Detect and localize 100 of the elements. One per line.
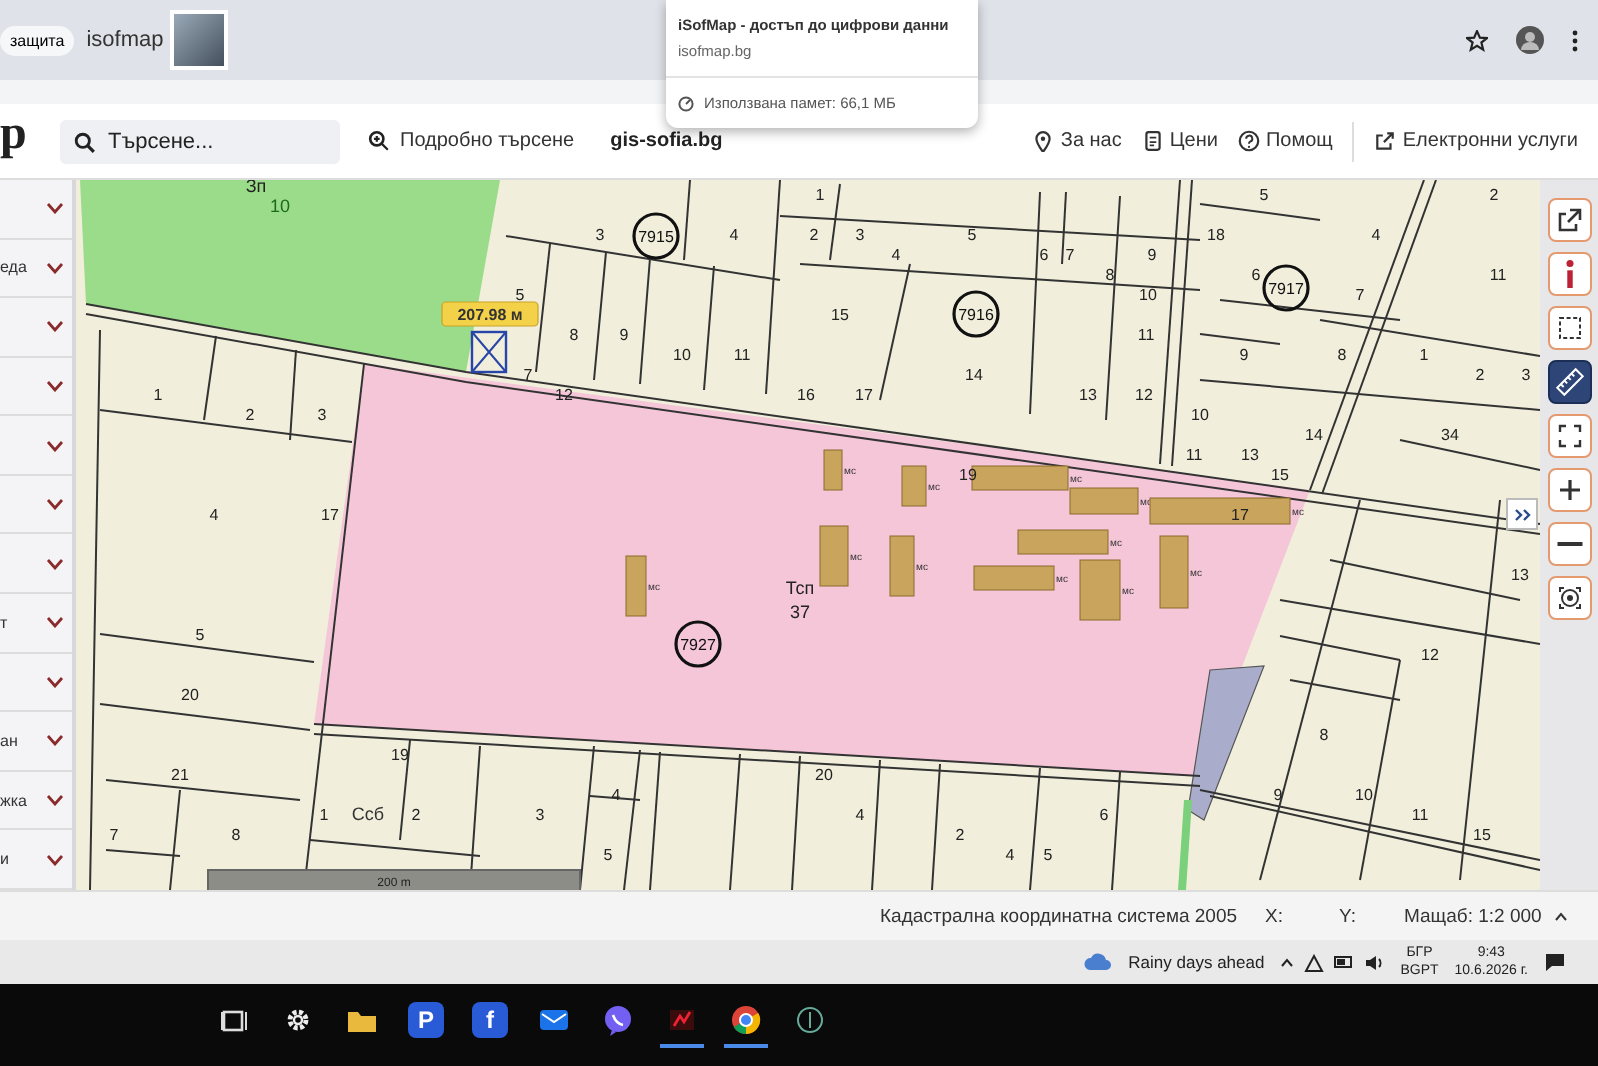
parcel-number: 17 [855,386,873,404]
chevron-icon[interactable] [46,794,64,807]
profile-avatar-icon[interactable] [1516,26,1544,54]
chat-bubble-icon[interactable] [600,1002,636,1038]
nav-link[interactable]: За нас [1032,130,1122,152]
parcel-number: 2 [955,826,965,844]
y-coordinate-label: Y: [1339,905,1356,927]
property-id-marker: 7927 [674,620,722,668]
survey-marker [470,330,508,374]
chevron-icon[interactable] [46,320,64,333]
star-icon[interactable] [1466,29,1488,51]
parcel-number: 15 [1473,826,1491,844]
location-pin-icon [1032,130,1055,152]
advanced-search-link[interactable]: Подробно търсене [368,130,575,152]
parcel-number: 7 [1065,246,1075,264]
expand-button[interactable] [1506,498,1538,530]
map-tool-button[interactable] [1547,576,1591,620]
parcel-number: 2 [1475,366,1485,384]
caret-icon[interactable] [1553,911,1568,921]
site-link[interactable]: gis-sofia.bg [610,130,723,152]
browser-icon[interactable] [728,1002,764,1038]
parcel-number: 8 [569,326,579,344]
measurement-tag [441,301,539,327]
parcel-number: 2 [245,406,255,424]
parcel-number: 1 [319,806,329,824]
chevron-icon[interactable] [46,439,64,452]
map-tool-button[interactable] [1547,468,1591,512]
chevron-icon[interactable] [46,675,64,688]
menu-icon[interactable] [1572,29,1578,51]
info-icon [1565,260,1573,288]
app-icon[interactable]: f [472,1002,508,1038]
security-chip[interactable]: защита [0,25,75,55]
locate-icon [1553,582,1585,614]
parcel-number: 17 [321,506,339,524]
parcel-number: 16 [797,386,815,404]
map-tool-button[interactable] [1547,522,1591,566]
parcel-number: 12 [1421,646,1439,664]
parcel-number: 15 [1271,466,1289,484]
parcel-number: 11 [1137,326,1155,344]
weather-text[interactable]: Rainy days ahead [1128,952,1265,972]
map-tool-button[interactable] [1547,252,1591,296]
map-tool-button[interactable] [1547,306,1591,350]
parcel-number: 5 [603,846,613,864]
parcel-number: 11 [733,346,751,364]
app-icon[interactable]: P [408,1002,444,1038]
parcel-number: 10 [673,346,691,364]
building [1159,535,1189,609]
parcel-number: 3 [855,226,865,244]
chevron-icon[interactable] [46,380,64,393]
chevron-icon[interactable] [46,261,64,274]
chevron-icon[interactable] [46,202,64,215]
speaker-icon[interactable] [1364,953,1385,971]
selection-icon [1553,312,1585,344]
parcel-number: 2 [411,806,421,824]
chevron-icon[interactable] [46,498,64,511]
parcel-number: 10 [1191,406,1209,424]
chevron-icon[interactable] [46,734,64,747]
ruler-icon [1553,366,1585,398]
chevron-icon[interactable] [46,557,64,570]
nav-link[interactable]: Електронни услуги [1374,130,1578,152]
zone-label: 10 [270,196,290,216]
caret-icon[interactable] [1280,957,1295,967]
parcel-number: 1 [153,386,163,404]
battery-icon[interactable] [1334,954,1355,970]
parcel-number: 7 [109,826,119,844]
nav-link[interactable]: Помощ [1237,130,1333,152]
parcel-number: 2 [1489,186,1499,204]
parcel-number: 5 [515,286,525,304]
tab-title[interactable]: isofmap [86,28,164,52]
parcel-number: 11 [1489,266,1507,284]
parcel-number: 34 [1441,426,1459,444]
nav-link[interactable]: Цени [1141,130,1218,152]
parcel-number: 5 [1043,846,1053,864]
parcel-number: 21 [171,766,189,784]
search-field[interactable]: Търсене... [60,119,340,163]
parcel-number: 1 [1419,346,1429,364]
chevron-icon[interactable] [46,853,64,866]
map-tool-button[interactable] [1547,198,1591,242]
layer-label: ан [0,731,18,750]
zone-label: Зп [245,180,267,196]
chevron-icon[interactable] [46,616,64,629]
parcel-number: 2 [809,226,819,244]
parcel-number: 9 [1147,246,1157,264]
parcel-number: 9 [619,326,629,344]
parcel-number: 5 [967,226,977,244]
map-tool-button[interactable] [1547,360,1591,404]
building [625,555,647,617]
parcel-number: 12 [1135,386,1153,404]
circle-icon[interactable] [792,1002,828,1038]
parcel-number: 14 [965,366,983,384]
parcel-number: 13 [1241,446,1259,464]
notification-icon[interactable] [1544,952,1566,972]
parcel-number: 11 [1185,446,1203,464]
map-tool-button[interactable] [1547,414,1591,458]
parcel-number: 8 [1105,266,1115,284]
network-icon[interactable] [1304,953,1325,971]
logo[interactable]: p [0,108,48,162]
building [1069,487,1139,515]
parcel-number: 6 [1251,266,1261,284]
parcel-number: 7 [1355,286,1365,304]
